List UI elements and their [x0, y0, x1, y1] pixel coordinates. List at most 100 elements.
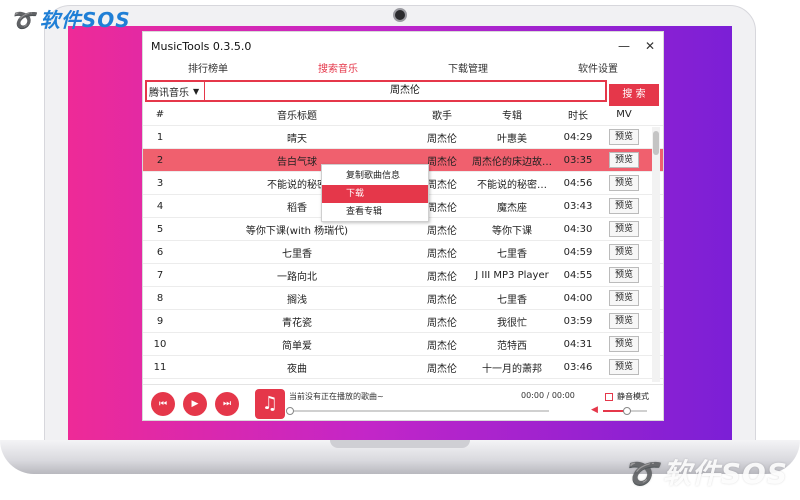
- player-bar: ⏮ ▶ ⏭ ♫ 当前没有正在播放的歌曲~ 00:00 / 00:00 静音模式 …: [143, 384, 663, 422]
- header-duration[interactable]: 时长: [557, 107, 599, 122]
- source-select-value: 腾讯音乐: [149, 87, 189, 99]
- next-button[interactable]: ⏭: [215, 391, 239, 416]
- row-title: 青花瓷: [282, 317, 312, 329]
- menu-item-view-album[interactable]: 查看专辑: [322, 203, 428, 221]
- tab-bar: 排行榜单 搜索音乐 下载管理 软件设置: [143, 60, 663, 80]
- row-duration: 03:59: [563, 315, 593, 327]
- play-button[interactable]: ▶: [183, 391, 207, 416]
- row-album: 叶惠美: [497, 133, 527, 145]
- table-row[interactable]: 1 晴天 周杰伦 叶惠美 04:29 预览: [143, 126, 663, 149]
- checkbox-box[interactable]: [605, 392, 613, 401]
- table-row[interactable]: 8 搁浅 周杰伦 七里香 04:00 预览: [143, 287, 663, 310]
- row-num: 1: [156, 131, 164, 143]
- minimize-button[interactable]: —: [611, 39, 637, 53]
- mute-checkbox[interactable]: 静音模式: [605, 391, 649, 402]
- row-duration: 04:59: [563, 246, 593, 258]
- play-icon: ▶: [191, 398, 199, 409]
- volume-slider[interactable]: [603, 407, 647, 415]
- title-bar: MusicTools 0.3.5.0 — ✕: [143, 32, 663, 60]
- source-select[interactable]: 腾讯音乐 ▼: [147, 82, 205, 100]
- header-num: #: [155, 109, 165, 120]
- tab-settings[interactable]: 软件设置: [533, 60, 663, 80]
- music-tools-window: MusicTools 0.3.5.0 — ✕ 排行榜单 搜索音乐 下载管理 软件…: [142, 31, 664, 421]
- row-duration: 04:56: [563, 177, 593, 189]
- laptop-notch: [330, 440, 470, 448]
- row-num: 3: [156, 177, 164, 189]
- tab-charts[interactable]: 排行榜单: [143, 60, 273, 80]
- row-title: 搁浅: [287, 294, 307, 306]
- mv-preview-button[interactable]: 预览: [609, 221, 639, 237]
- row-artist: 周杰伦: [427, 340, 457, 352]
- row-mv-cell: 预览: [599, 221, 649, 237]
- row-duration: 04:29: [563, 131, 593, 143]
- row-duration: 04:30: [563, 223, 593, 235]
- row-num: 7: [156, 269, 164, 281]
- tab-search-music[interactable]: 搜索音乐: [273, 60, 403, 80]
- mv-preview-button[interactable]: 预览: [609, 175, 639, 191]
- search-button[interactable]: 搜 索: [609, 84, 659, 106]
- row-album: 周杰伦的床边故…: [472, 156, 552, 168]
- now-playing-text: 当前没有正在播放的歌曲~: [289, 392, 384, 401]
- table-row[interactable]: 7 一路向北 周杰伦 J III MP3 Player 04:55 预览: [143, 264, 663, 287]
- row-title: 夜曲: [287, 363, 307, 375]
- row-artist: 周杰伦: [427, 133, 457, 145]
- window-title: MusicTools 0.3.5.0: [151, 39, 252, 53]
- table-row[interactable]: 9 青花瓷 周杰伦 我很忙 03:59 预览: [143, 310, 663, 333]
- row-album: 不能说的秘密…: [477, 179, 547, 191]
- camera-icon: [393, 8, 407, 22]
- watermark-logo-bottom-right: ➰ 软件SOS: [623, 452, 788, 492]
- row-artist: 周杰伦: [427, 225, 457, 237]
- row-album: J III MP3 Player: [475, 269, 549, 281]
- watermark-logo-top-left: ➰ 软件SOS: [10, 4, 131, 33]
- context-menu: 复制歌曲信息 下载 查看专辑: [321, 164, 429, 222]
- swirl-icon: ➰: [10, 8, 36, 32]
- scroll-thumb[interactable]: [653, 131, 659, 155]
- row-album: 我很忙: [497, 317, 527, 329]
- mv-preview-button[interactable]: 预览: [609, 336, 639, 352]
- header-mv: MV: [616, 109, 632, 120]
- row-duration: 03:35: [563, 154, 593, 166]
- row-title: 七里香: [282, 248, 312, 260]
- row-mv-cell: 预览: [599, 290, 649, 306]
- row-mv-cell: 预览: [599, 152, 649, 168]
- skip-back-icon: ⏮: [158, 398, 168, 409]
- row-album: 十一月的萧邦: [482, 363, 542, 375]
- mv-preview-button[interactable]: 预览: [609, 129, 639, 145]
- row-mv-cell: 预览: [599, 267, 649, 283]
- table-row[interactable]: 10 简单爱 周杰伦 范特西 04:31 预览: [143, 333, 663, 356]
- row-num: 10: [153, 338, 167, 350]
- table-row[interactable]: 6 七里香 周杰伦 七里香 04:59 预览: [143, 241, 663, 264]
- row-artist: 周杰伦: [427, 248, 457, 260]
- row-artist: 周杰伦: [427, 317, 457, 329]
- volume-icon: ◀: [591, 405, 598, 415]
- mv-preview-button[interactable]: 预览: [609, 290, 639, 306]
- row-mv-cell: 预览: [599, 129, 649, 145]
- tab-download-manager[interactable]: 下载管理: [403, 60, 533, 80]
- row-mv-cell: 预览: [599, 336, 649, 352]
- close-button[interactable]: ✕: [637, 39, 663, 53]
- menu-item-download[interactable]: 下载: [322, 185, 428, 203]
- header-title[interactable]: 音乐标题: [177, 107, 417, 122]
- previous-button[interactable]: ⏮: [151, 391, 175, 416]
- header-artist[interactable]: 歌手: [417, 107, 467, 122]
- menu-item-copy-info[interactable]: 复制歌曲信息: [322, 167, 428, 185]
- mv-preview-button[interactable]: 预览: [609, 152, 639, 168]
- search-input[interactable]: 周杰伦: [205, 82, 605, 100]
- progress-slider[interactable]: [286, 407, 549, 415]
- mv-preview-button[interactable]: 预览: [609, 267, 639, 283]
- table-row[interactable]: 11 夜曲 周杰伦 十一月的萧邦 03:46 预览: [143, 356, 663, 379]
- mv-preview-button[interactable]: 预览: [609, 359, 639, 375]
- row-duration: 04:00: [563, 292, 593, 304]
- row-num: 5: [156, 223, 164, 235]
- row-title: 一路向北: [277, 271, 317, 283]
- vertical-scrollbar[interactable]: [652, 127, 660, 382]
- row-duration: 04:31: [563, 338, 593, 350]
- header-album[interactable]: 专辑: [467, 107, 557, 122]
- row-album: 等你下课: [492, 225, 532, 237]
- swirl-icon: ➰: [622, 457, 659, 490]
- volume-knob[interactable]: [623, 407, 632, 415]
- mv-preview-button[interactable]: 预览: [609, 198, 639, 214]
- progress-knob[interactable]: [286, 407, 294, 415]
- mv-preview-button[interactable]: 预览: [609, 313, 639, 329]
- mv-preview-button[interactable]: 预览: [609, 244, 639, 260]
